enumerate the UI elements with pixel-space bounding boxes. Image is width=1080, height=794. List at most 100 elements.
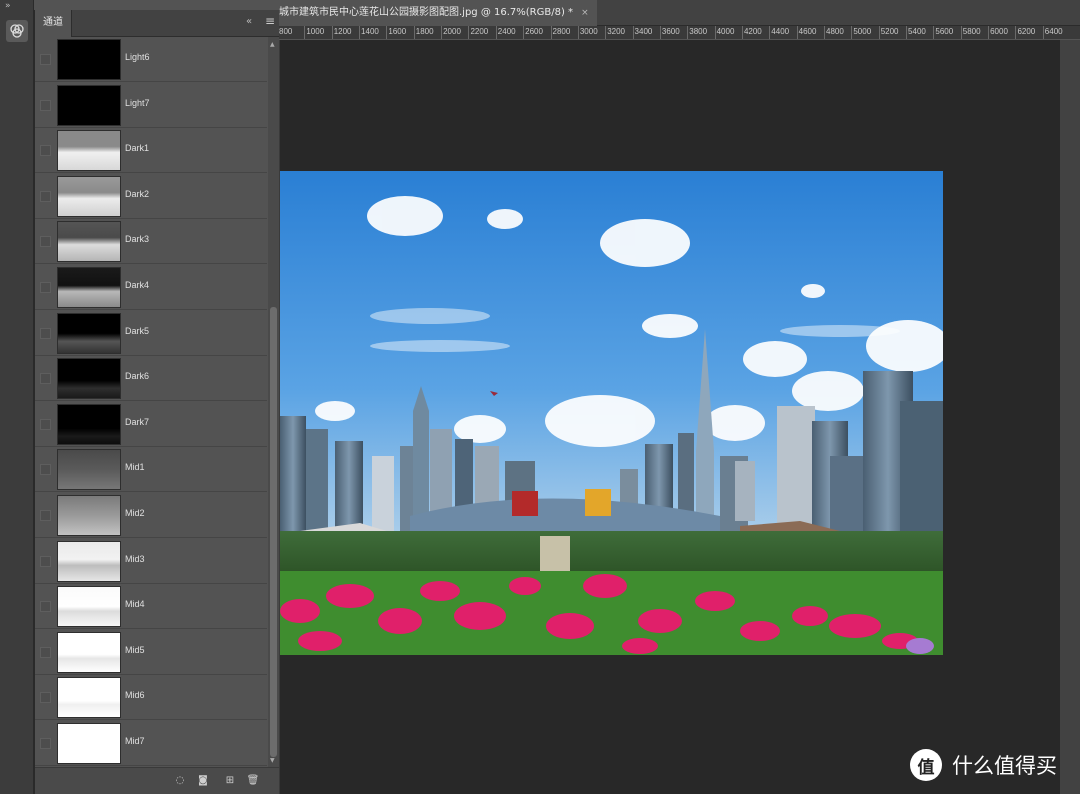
- ruler-label: 1000: [306, 27, 325, 36]
- ruler-tick: [523, 26, 525, 39]
- ruler-label: 2600: [525, 27, 543, 36]
- watermark-logo: 值: [910, 749, 942, 781]
- visibility-toggle[interactable]: [40, 510, 51, 521]
- panel-scrollbar[interactable]: ▲ ▼: [268, 37, 279, 767]
- visibility-toggle[interactable]: [40, 692, 51, 704]
- channel-row[interactable]: Mid6: [35, 675, 267, 721]
- visibility-toggle[interactable]: [40, 54, 51, 65]
- ruler-label: 5200: [880, 27, 899, 36]
- ruler-label: 4400: [771, 27, 790, 36]
- horizontal-ruler[interactable]: 800 1000 1200 1400 1600 1800 2000 2200 2400 2600 2…: [279, 26, 1080, 40]
- channel-name: Mid4: [125, 599, 145, 610]
- channel-name: Mid3: [125, 553, 145, 564]
- channel-list: Light6 Light7 Dark1 Dark2 Dark3 Dark4 Dark5 Dar…: [35, 37, 267, 767]
- channel-row[interactable]: Dark5: [35, 310, 267, 356]
- city-photo: [280, 171, 943, 655]
- ruler-tick: [851, 26, 853, 39]
- panel-footer: ◌ ◙ ⊞ 🗑: [35, 767, 280, 794]
- visibility-toggle[interactable]: [40, 236, 51, 248]
- channel-thumbnail: [57, 586, 121, 628]
- visibility-toggle[interactable]: [40, 555, 51, 567]
- channel-row[interactable]: Light6: [35, 37, 267, 82]
- document-tab[interactable]: 城市建筑市民中心莲花山公园摄影图配图.jpg @ 16.7%(RGB/8) * ×: [279, 0, 597, 26]
- channel-thumbnail: [57, 358, 121, 400]
- document-tab-bar: 城市建筑市民中心莲花山公园摄影图配图.jpg @ 16.7%(RGB/8) * ×: [279, 0, 1080, 26]
- scroll-down-arrow-icon[interactable]: ▼: [270, 757, 275, 764]
- channels-panel-toggle-button[interactable]: [6, 20, 28, 42]
- ruler-label: 1600: [388, 27, 407, 36]
- ruler-tick: [741, 26, 743, 39]
- close-icon[interactable]: ×: [581, 8, 589, 18]
- ruler-tick: [331, 26, 333, 39]
- delete-channel-button[interactable]: 🗑: [246, 774, 260, 788]
- channel-row[interactable]: Dark2: [35, 173, 267, 219]
- ruler-tick: [906, 26, 908, 39]
- document-title: 城市建筑市民中心莲花山公园摄影图配图.jpg @ 16.7%(RGB/8) *: [279, 7, 574, 18]
- visibility-toggle[interactable]: [40, 99, 51, 111]
- channel-name: Light6: [125, 52, 150, 62]
- document-canvas[interactable]: [280, 40, 1060, 794]
- channel-row[interactable]: Mid7: [35, 721, 267, 766]
- new-channel-button[interactable]: ⊞: [223, 774, 237, 788]
- channel-name: Dark5: [125, 325, 150, 336]
- visibility-toggle[interactable]: [40, 738, 51, 749]
- channel-row[interactable]: Mid3: [35, 538, 267, 584]
- ruler-tick: [1015, 26, 1017, 39]
- ruler-label: 3600: [661, 27, 680, 36]
- channel-row[interactable]: Mid2: [35, 493, 267, 538]
- tool-strip: »: [0, 0, 34, 794]
- channel-thumbnail: [57, 495, 121, 536]
- channel-thumbnail: [57, 312, 121, 354]
- ruler-tick: [632, 26, 634, 39]
- load-channel-as-selection-button[interactable]: ◌: [173, 774, 187, 788]
- scroll-up-arrow-icon[interactable]: ▲: [270, 41, 275, 48]
- watermark: 值 什么值得买: [910, 749, 1057, 781]
- ruler-tick: [413, 26, 415, 39]
- save-selection-as-channel-button[interactable]: ◙: [196, 774, 210, 788]
- visibility-toggle[interactable]: [40, 327, 51, 339]
- ruler-tick: [605, 26, 607, 39]
- channel-name: Mid6: [125, 690, 145, 701]
- hamburger-menu-icon[interactable]: ≡: [265, 14, 275, 28]
- channel-row[interactable]: Dark4: [35, 265, 267, 310]
- visibility-toggle[interactable]: [40, 282, 51, 293]
- ruler-tick: [714, 26, 716, 39]
- ruler-tick: [359, 26, 361, 39]
- ruler-label: 5000: [853, 27, 872, 36]
- visibility-toggle[interactable]: [40, 646, 51, 658]
- tab-channels[interactable]: 通道: [35, 10, 72, 37]
- channel-thumbnail: [57, 723, 121, 764]
- ruler-tick: [933, 26, 935, 39]
- double-chevron-left-icon[interactable]: «: [246, 16, 252, 27]
- channel-thumbnail: [57, 540, 121, 582]
- channel-thumbnail: [57, 84, 121, 126]
- visibility-toggle[interactable]: [40, 464, 51, 476]
- ruler-tick: [304, 26, 306, 39]
- canvas-vertical-scrollbar[interactable]: [1060, 40, 1080, 794]
- ruler-label: 1800: [415, 27, 434, 36]
- ruler-label: 3400: [634, 27, 653, 36]
- channel-row[interactable]: Mid4: [35, 584, 267, 630]
- channel-row[interactable]: Light7: [35, 82, 267, 128]
- channel-row[interactable]: Dark1: [35, 128, 267, 174]
- ruler-tick: [796, 26, 798, 39]
- ruler-label: 4600: [798, 27, 817, 36]
- visibility-toggle[interactable]: [40, 418, 51, 430]
- channel-row[interactable]: Dark6: [35, 356, 267, 402]
- ruler-label: 5400: [908, 27, 926, 36]
- visibility-toggle[interactable]: [40, 190, 51, 202]
- expand-panels-icon[interactable]: »: [5, 1, 11, 11]
- city-skyline-image: [280, 171, 943, 655]
- channel-thumbnail: [57, 39, 121, 80]
- channel-thumbnail: [57, 221, 121, 263]
- channel-row[interactable]: Dark3: [35, 219, 267, 265]
- ruler-tick: [824, 26, 825, 39]
- channel-row[interactable]: Mid5: [35, 629, 267, 675]
- ruler-label: 3200: [607, 27, 625, 36]
- channel-row[interactable]: Mid1: [35, 447, 267, 493]
- visibility-toggle[interactable]: [40, 601, 51, 613]
- visibility-toggle[interactable]: [40, 145, 51, 157]
- visibility-toggle[interactable]: [40, 373, 51, 385]
- scroll-thumb[interactable]: [270, 307, 277, 757]
- channel-row[interactable]: Dark7: [35, 401, 267, 447]
